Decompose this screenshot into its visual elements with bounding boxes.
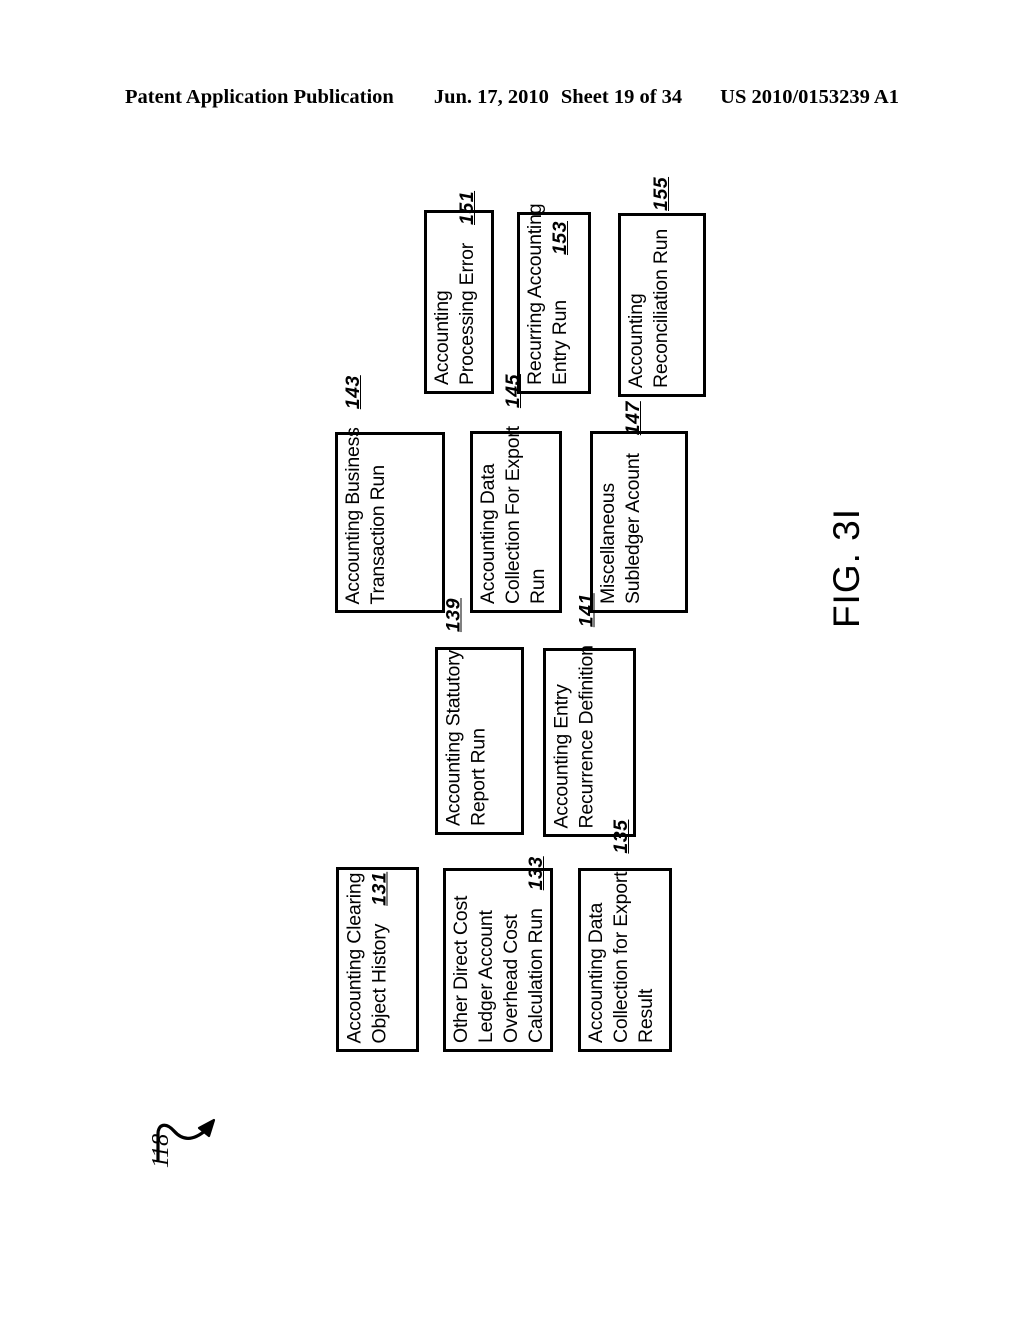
box-151-line-2: Processing Error <box>456 242 478 385</box>
diagram-box-143: Accounting Business 143 Transaction Run <box>335 375 445 613</box>
box-147-line-1: Miscellaneous <box>597 483 619 604</box>
box-143-reference-number: 143 <box>342 374 364 409</box>
box-153-line-2: Entry Run <box>549 300 571 385</box>
box-141-line-2: Recurrence Definition <box>575 644 597 828</box>
box-133-reference-number: 133 <box>525 856 547 891</box>
box-131-line-1: Accounting Clearing <box>343 872 365 1043</box>
diagram-box-145: Accounting Data Collection For Export 14… <box>470 374 562 613</box>
box-151-line-1: Accounting <box>431 290 453 385</box>
box-145-line-3: Run <box>527 568 549 604</box>
diagram-box-135: Accounting Data Collection for Export 13… <box>578 820 672 1052</box>
diagram-box-153: Recurring Accounting Entry Run 153 <box>517 204 591 394</box>
box-133-line-4: Calculation Run <box>525 908 547 1043</box>
box-135-reference-number: 135 <box>610 819 632 854</box>
figure-label: FIG. 3I <box>826 507 867 629</box>
box-131-reference-number: 131 <box>368 871 390 906</box>
figure-callout: 118 <box>130 1098 250 1218</box>
diagram-box-151: Accounting Processing Error 151 <box>424 191 494 394</box>
box-133-line-3: Overhead Cost <box>500 914 522 1043</box>
box-153-line-1: Recurring Accounting <box>524 203 546 385</box>
box-139-line-1: Accounting Statutory <box>442 650 464 826</box>
box-135-line-1: Accounting Data <box>585 902 607 1043</box>
diagram-box-139: Accounting Statutory 139 Report Run <box>435 598 524 835</box>
box-133-line-1: Other Direct Cost <box>450 895 472 1043</box>
patent-page: Patent Application Publication Jun. 17, … <box>0 0 1024 1320</box>
box-141-reference-number: 141 <box>575 592 597 627</box>
box-133-line-2: Ledger Account <box>475 910 497 1043</box>
box-143-line-1: Accounting Business <box>342 426 364 604</box>
diagram-box-131: Accounting Clearing Object History 131 <box>336 867 419 1052</box>
box-135-line-2: Collection for Export <box>610 871 632 1043</box>
box-155-line-1: Accounting <box>625 293 647 388</box>
box-151-reference-number: 151 <box>456 190 478 225</box>
box-131-line-2: Object History <box>368 923 390 1043</box>
diagram-box-141: Accounting Entry Recurrence Definition 1… <box>543 593 636 837</box>
box-153-reference-number: 153 <box>549 221 571 256</box>
box-147-reference-number: 147 <box>622 401 644 436</box>
box-155-reference-number: 155 <box>650 176 672 211</box>
box-147-line-2: Subledger Acount <box>622 453 644 604</box>
box-141-line-1: Accounting Entry <box>550 683 572 828</box>
figure-drawing: Accounting Processing Error 151 Recurrin… <box>0 0 1024 1320</box>
diagram-box-155: Accounting Reconciliation Run 155 <box>618 177 706 397</box>
box-135-line-3: Result <box>635 988 657 1043</box>
box-145-line-1: Accounting Data <box>477 463 499 604</box>
diagram-box-147: Miscellaneous Subledger Acount 147 <box>590 401 688 613</box>
curved-arrow-icon <box>156 1118 216 1162</box>
box-145-reference-number: 145 <box>502 374 524 409</box>
box-145-line-2: Collection For Export <box>502 426 524 604</box>
box-139-line-2: Report Run <box>467 728 489 826</box>
diagram-box-133: Other Direct Cost Ledger Account Overhea… <box>443 856 553 1052</box>
box-139-reference-number: 139 <box>442 598 464 633</box>
box-155-line-2: Reconciliation Run <box>650 229 672 388</box>
box-143-line-2: Transaction Run <box>367 464 389 604</box>
